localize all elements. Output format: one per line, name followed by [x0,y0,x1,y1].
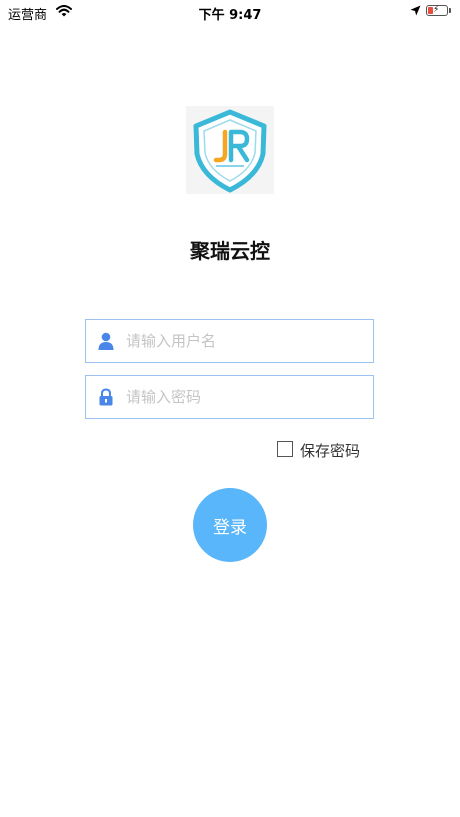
username-field[interactable] [85,319,374,363]
password-input[interactable] [126,376,366,418]
remember-password-label: 保存密码 [300,442,361,460]
battery-cap [449,8,451,13]
battery-charging-icon: ⚡ [426,5,448,16]
charging-bolt-icon: ⚡ [433,5,440,15]
login-screen: 运营商 下午 9:47 ⚡ 聚瑞云控 请输入用户名 保存密码 登录 [0,0,460,817]
clock-time: 下午 9:47 [198,8,262,23]
jr-shield-logo [186,106,274,194]
remember-password-checkbox[interactable] [277,441,293,457]
username-input[interactable] [126,320,366,362]
app-title: 聚瑞云控 [190,239,270,263]
user-icon [98,332,114,350]
status-bar: 运营商 下午 9:47 ⚡ [0,0,460,24]
password-field[interactable] [85,375,374,419]
lock-icon [98,388,114,406]
login-button[interactable]: 登录 [193,488,267,562]
location-arrow-icon [410,5,421,16]
